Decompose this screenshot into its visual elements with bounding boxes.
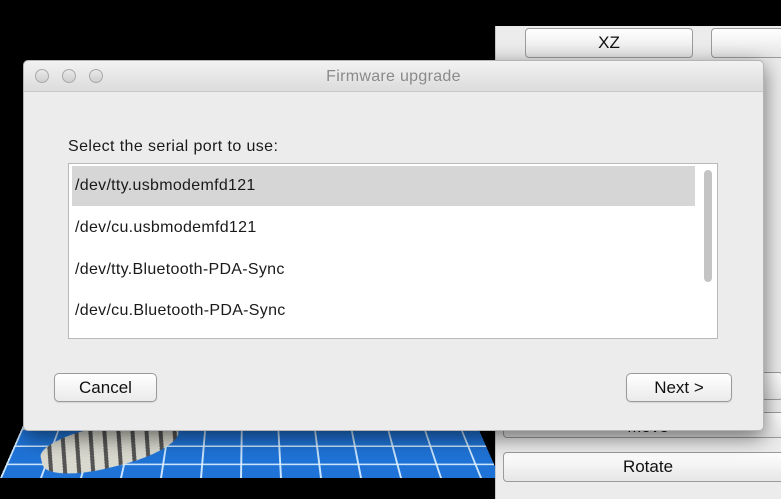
xz-view-button[interactable]: XZ xyxy=(525,28,693,58)
serial-port-prompt: Select the serial port to use: xyxy=(68,138,279,155)
list-item[interactable]: /dev/tty.usbmodemfd121 xyxy=(72,166,695,206)
next-button[interactable]: Next > xyxy=(626,373,732,402)
dialog-title: Firmware upgrade xyxy=(326,68,461,85)
cancel-button[interactable]: Cancel xyxy=(54,373,157,402)
scroll-thumb[interactable] xyxy=(704,170,712,282)
list-scrollbar[interactable] xyxy=(702,166,714,336)
list-item[interactable]: /dev/tty.Bluetooth-PDA-Sync xyxy=(72,250,695,290)
firmware-upgrade-dialog: Firmware upgrade Select the serial port … xyxy=(23,60,764,431)
list-item[interactable]: /dev/cu.usbmodemfd121 xyxy=(72,208,695,248)
list-item[interactable]: /dev/cu.Bluetooth-PDA-Sync xyxy=(72,291,695,331)
view-button[interactable] xyxy=(711,28,781,58)
dialog-titlebar: Firmware upgrade xyxy=(24,61,763,92)
serial-port-list[interactable]: /dev/tty.usbmodemfd121 /dev/cu.usbmodemf… xyxy=(68,163,718,339)
rotate-button[interactable]: Rotate xyxy=(503,452,781,482)
